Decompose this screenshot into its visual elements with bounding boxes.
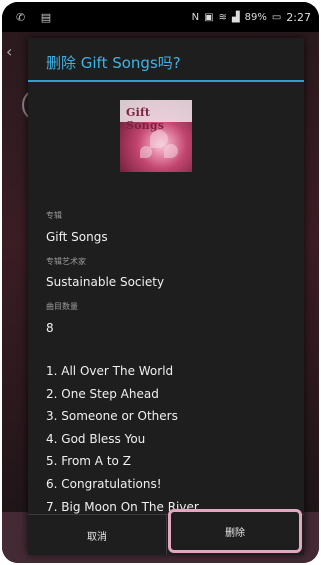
delete-album-dialog: 删除 Gift Songs吗? Gift Songs 专辑 Gift Songs… (28, 38, 304, 555)
screenshot-icon: ▣ (204, 12, 214, 23)
title-divider (28, 80, 304, 82)
battery-percent: 89% (244, 12, 267, 23)
track-item: 4. God Bless You (46, 431, 146, 446)
track-count-value: 8 (46, 321, 54, 335)
track-item: 5. From A to Z (46, 454, 131, 469)
phone-screen: ✆ ▤ N ▣ ≋ ▟ 89% ▭ 2:27 ‹ 删除 Gift Songs吗?… (2, 2, 319, 563)
dialog-button-bar: 取消 删除 (28, 509, 304, 555)
delete-button[interactable]: 删除 (168, 509, 302, 553)
flower-petal (164, 144, 178, 158)
clock: 2:27 (286, 11, 311, 24)
battery-icon: ▭ (271, 12, 282, 23)
track-list: 1. All Over The World 2. One Step Ahead … (46, 360, 296, 518)
status-icons: N ▣ ≋ ▟ 89% ▭ 2:27 (192, 11, 311, 24)
cover-title: Gift Songs (126, 106, 165, 132)
album-cover: Gift Songs (120, 100, 192, 172)
cancel-button[interactable]: 取消 (28, 515, 167, 555)
album-label: 专辑 (46, 211, 62, 220)
album-artist-value: Sustainable Society (46, 275, 165, 289)
album-value: Gift Songs (46, 230, 108, 244)
track-item: 2. One Step Ahead (46, 386, 159, 401)
status-bar: ✆ ▤ N ▣ ≋ ▟ 89% ▭ 2:27 (2, 2, 319, 32)
track-item: 1. All Over The World (46, 364, 174, 378)
track-count-label: 曲目数量 (46, 302, 78, 311)
flower-petal (140, 146, 152, 158)
wifi-icon: ≋ (218, 12, 227, 23)
track-item: 3. Someone or Others (46, 409, 178, 424)
notification-icons: ✆ ▤ (16, 11, 58, 24)
nfc-icon: N (191, 12, 200, 23)
back-arrow-icon: ‹ (6, 42, 13, 61)
dialog-title: 删除 Gift Songs吗? (46, 54, 181, 72)
signal-icon: ▟ (231, 12, 240, 23)
track-item: 6. Congratulations! (46, 476, 162, 491)
album-artist-label: 专辑艺术家 (46, 257, 86, 266)
